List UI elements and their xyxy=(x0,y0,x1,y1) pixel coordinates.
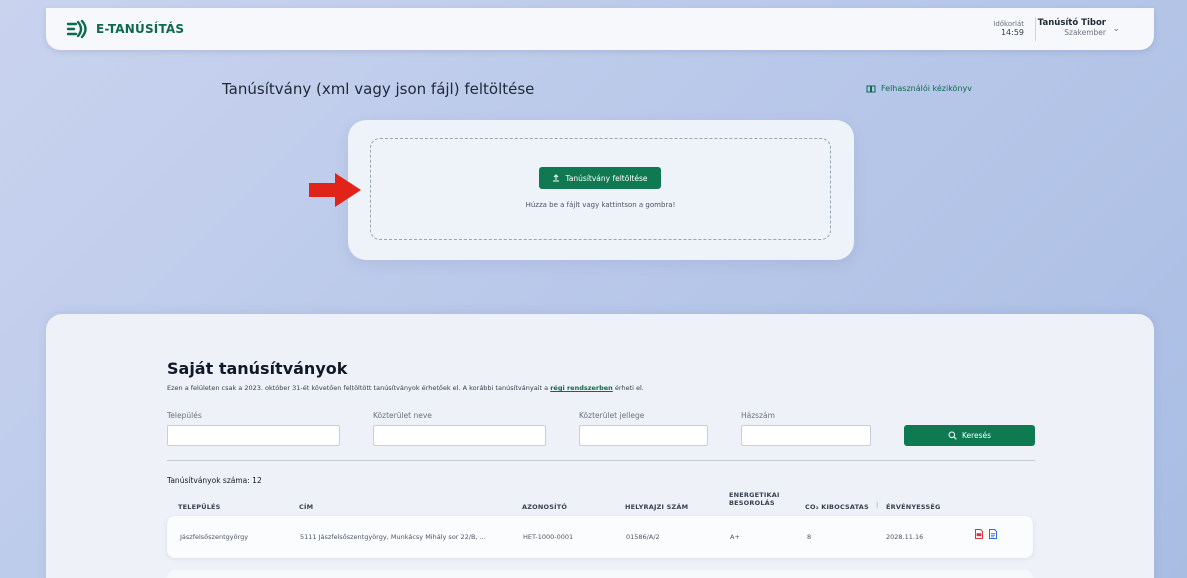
house-number-label: Házszám xyxy=(741,411,775,420)
brand-name: E-TANÚSÍTÁS xyxy=(96,22,185,36)
table-row[interactable] xyxy=(167,570,1033,578)
row-settlement: Jászfelsőszentgyörgy xyxy=(180,533,249,541)
street-type-input[interactable] xyxy=(579,425,708,446)
column-divider: | xyxy=(876,501,879,509)
book-icon xyxy=(866,85,876,92)
arrow-right-icon xyxy=(309,173,361,207)
timer-label: Időkorlát xyxy=(993,20,1024,28)
certificates-panel: Saját tanúsítványok Ezen a felületen csa… xyxy=(46,314,1154,578)
upload-certificate-button[interactable]: Tanúsítvány feltöltése xyxy=(539,167,661,189)
user-manual-link[interactable]: Felhasználói kézikönyv xyxy=(866,84,972,93)
street-label: Közterület neve xyxy=(373,411,432,420)
header-divider xyxy=(1035,17,1036,41)
certificates-title: Saját tanúsítványok xyxy=(167,359,348,378)
house-number-input[interactable] xyxy=(741,425,871,446)
column-settlement[interactable]: TELEPÜLÉS xyxy=(178,503,221,512)
certificate-count: Tanúsítványok száma: 12 xyxy=(167,476,262,485)
row-energy: A+ xyxy=(730,533,740,541)
file-dropzone[interactable]: Tanúsítvány feltöltése Húzza be a fájlt … xyxy=(370,138,831,240)
subtitle-text: Ezen a felületen csak a 2023. október 31… xyxy=(167,384,549,392)
column-identifier[interactable]: AZONOSÍTÓ xyxy=(522,503,567,512)
old-system-link[interactable]: régi rendszerben xyxy=(550,384,613,392)
settlement-input[interactable] xyxy=(167,425,340,446)
top-bar: E-TANÚSÍTÁS Időkorlát 14:59 Tanúsító Tib… xyxy=(46,8,1154,50)
row-parcel: 01586/A/2 xyxy=(626,533,660,541)
street-input[interactable] xyxy=(373,425,546,446)
column-validity[interactable]: ÉRVÉNYESSÉG xyxy=(886,503,941,512)
search-button[interactable]: Keresés xyxy=(904,425,1035,446)
subtitle-text-end: érheti el. xyxy=(614,384,644,392)
dropzone-hint: Húzza be a fájlt vagy kattintson a gombr… xyxy=(525,201,676,209)
user-role: Szakember xyxy=(1064,27,1106,37)
table-row[interactable]: Jászfelsőszentgyörgy 5111 Jászfelsőszent… xyxy=(167,516,1033,558)
logo-icon xyxy=(66,19,87,39)
session-timer: Időkorlát 14:59 xyxy=(993,20,1024,37)
column-co2[interactable]: CO₂ KIBOCSÁTÁS xyxy=(805,504,871,512)
row-co2: 8 xyxy=(807,533,812,541)
row-address: 5111 Jászfelsőszentgyörgy, Munkácsy Mihá… xyxy=(300,533,486,541)
upload-button-label: Tanúsítvány feltöltése xyxy=(565,173,648,183)
column-energy[interactable]: ENERGETIKAI BESOROLÁS xyxy=(729,491,780,508)
row-identifier: HET-1000-0001 xyxy=(523,533,574,541)
settlement-label: Település xyxy=(167,411,202,420)
row-actions xyxy=(975,529,997,539)
filter-divider xyxy=(167,460,1035,461)
chevron-down-icon[interactable]: ⌄ xyxy=(1112,24,1120,34)
upload-title: Tanúsítvány (xml vagy json fájl) feltölt… xyxy=(222,80,535,98)
upload-card: Tanúsítvány feltöltése Húzza be a fájlt … xyxy=(348,120,854,260)
pdf-icon[interactable] xyxy=(975,529,983,539)
user-menu[interactable]: Tanúsító Tibor Szakember xyxy=(1038,18,1106,37)
brand[interactable]: E-TANÚSÍTÁS xyxy=(66,19,184,39)
search-icon xyxy=(948,431,957,440)
timer-value: 14:59 xyxy=(1000,28,1024,38)
document-icon[interactable] xyxy=(989,529,997,539)
upload-icon xyxy=(553,174,560,182)
row-validity: 2028.11.16 xyxy=(886,533,924,541)
user-manual-label: Felhasználói kézikönyv xyxy=(881,84,972,93)
column-address[interactable]: CÍM xyxy=(299,503,313,512)
street-type-label: Közterület jellege xyxy=(579,411,645,420)
certificates-subtitle: Ezen a felületen csak a 2023. október 31… xyxy=(167,384,644,392)
search-button-label: Keresés xyxy=(961,431,992,440)
column-energy-line2: BESOROLÁS xyxy=(729,498,775,507)
column-parcel[interactable]: HELYRAJZI SZÁM xyxy=(625,503,688,512)
